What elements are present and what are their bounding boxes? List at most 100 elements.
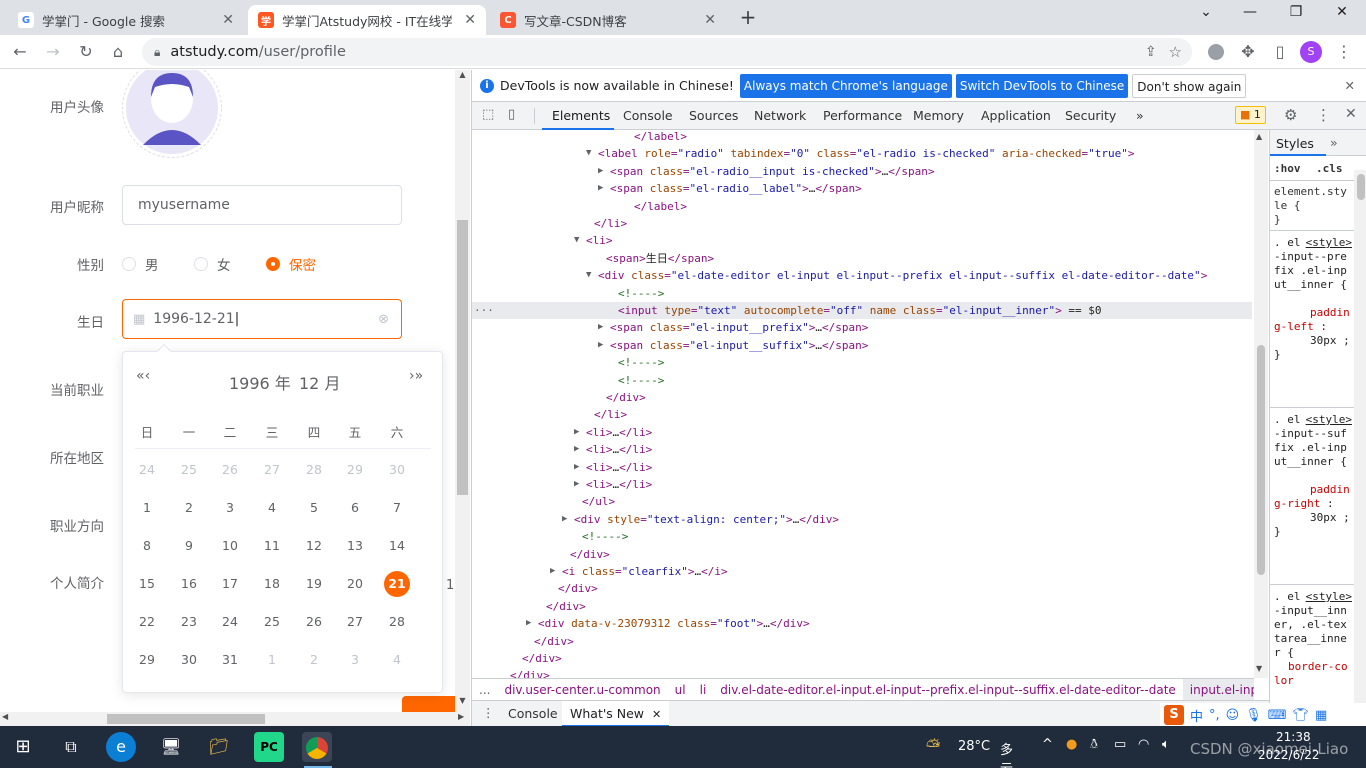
rule-source-link[interactable]: <style> — [1306, 413, 1352, 427]
windows-start-icon[interactable]: ⊞ — [8, 732, 38, 762]
bookmark-star-icon[interactable]: ☆ — [1169, 43, 1182, 61]
scroll-thumb[interactable] — [1257, 345, 1265, 575]
tab-network[interactable]: Network — [754, 108, 806, 123]
edge-icon[interactable]: e — [106, 732, 136, 762]
tab-search-icon[interactable]: ⌄ — [1184, 4, 1228, 28]
day-cell[interactable]: 1 — [134, 495, 160, 521]
day-cell[interactable]: 4 — [259, 495, 285, 521]
day-cell[interactable]: 3 — [217, 495, 243, 521]
weather-icon[interactable]: ⛅︎ — [926, 736, 940, 757]
elements-dom-tree[interactable]: </label> ▼ <label role="radio" tabindex="0… — [472, 130, 1254, 678]
close-devtools-icon[interactable]: ✕ — [1345, 106, 1357, 122]
back-icon[interactable]: ← — [10, 42, 30, 62]
dom-line-selected[interactable]: ··· <input type="text" autocomplete="off"… — [472, 302, 1252, 319]
save-button[interactable] — [402, 696, 455, 712]
day-cell[interactable]: 27 — [342, 609, 368, 635]
extensions-puzzle-icon[interactable]: ✥ — [1238, 42, 1258, 62]
day-cell[interactable]: 6 — [342, 495, 368, 521]
cls-toggle[interactable]: .cls — [1316, 162, 1343, 175]
close-infobar-icon[interactable]: ✕ — [1345, 78, 1355, 93]
new-tab-button[interactable]: + — [738, 7, 758, 27]
tab-elements[interactable]: Elements — [552, 108, 610, 123]
rule-source-link[interactable]: <style> — [1306, 590, 1352, 604]
page-vertical-scrollbar[interactable]: ▲ ▼ — [455, 70, 470, 712]
day-cell[interactable]: 15 — [134, 571, 160, 597]
chrome-icon[interactable] — [302, 732, 332, 762]
switch-to-chinese-button[interactable]: Switch DevTools to Chinese — [955, 73, 1129, 98]
dont-show-again-button[interactable]: Don't show again — [1132, 73, 1247, 98]
show-hidden-icons[interactable]: ^ — [1042, 737, 1053, 752]
day-cell[interactable]: 27 — [259, 457, 285, 483]
day-cell[interactable]: 12 — [301, 533, 327, 559]
maximize-button[interactable]: ❐ — [1274, 4, 1318, 28]
task-view-icon[interactable]: ⧉ — [56, 732, 86, 762]
close-icon[interactable]: ✕ — [652, 708, 661, 721]
day-cell[interactable]: 4 — [384, 647, 410, 673]
year-label[interactable]: 1996 年 — [229, 370, 291, 394]
issues-badge[interactable]: ■ 1 — [1235, 106, 1266, 124]
hov-toggle[interactable]: :hov — [1274, 162, 1301, 175]
close-tab-icon[interactable]: ✕ — [222, 12, 234, 28]
breadcrumb-item[interactable]: ul — [668, 679, 693, 700]
emoji-icon[interactable]: ☺ — [1226, 708, 1240, 723]
share-icon[interactable]: ⇪ — [1145, 44, 1157, 60]
wifi-icon[interactable]: ◠ — [1138, 737, 1149, 752]
side-panel-icon[interactable]: ▯ — [1270, 42, 1290, 62]
day-cell[interactable]: 31 — [217, 647, 243, 673]
day-cell[interactable]: 2 — [176, 495, 202, 521]
breadcrumb-overflow-left[interactable]: ... — [472, 679, 497, 700]
tray-app-icon[interactable]: ● — [1066, 737, 1077, 752]
day-cell[interactable]: 28 — [384, 609, 410, 635]
day-cell[interactable]: 19 — [301, 571, 327, 597]
breadcrumb-item[interactable]: input.el-input__inner — [1182, 679, 1254, 700]
more-tabs-icon[interactable]: » — [1136, 108, 1144, 123]
birthday-input[interactable]: ▦ 1996-12-21 | ⊗ — [122, 299, 402, 339]
remote-desktop-icon[interactable]: 🖥︎ — [156, 732, 186, 762]
tab-security[interactable]: Security — [1065, 108, 1116, 123]
day-cell[interactable]: 29 — [134, 647, 160, 673]
forward-icon[interactable]: → — [43, 42, 63, 62]
day-cell[interactable]: 29 — [342, 457, 368, 483]
breadcrumb-item[interactable]: li — [693, 679, 714, 700]
clear-icon[interactable]: ⊗ — [378, 312, 389, 327]
close-tab-icon[interactable]: ✕ — [704, 12, 716, 28]
close-window-button[interactable]: ✕ — [1320, 4, 1364, 28]
avatar[interactable] — [122, 70, 222, 158]
home-icon[interactable]: ⌂ — [108, 42, 128, 62]
day-cell[interactable]: 20 — [342, 571, 368, 597]
battery-icon[interactable]: ▭ — [1114, 737, 1126, 752]
keyboard-icon[interactable]: ⌨ — [1268, 708, 1287, 723]
day-cell[interactable]: 30 — [384, 457, 410, 483]
tab-application[interactable]: Application — [981, 108, 1051, 123]
pycharm-icon[interactable]: PC — [254, 732, 284, 762]
breadcrumb-item[interactable]: div.user-center.u-common — [497, 679, 667, 700]
day-cell[interactable]: 17 — [217, 571, 243, 597]
day-cell[interactable]: 9 — [176, 533, 202, 559]
extension-icon[interactable] — [1208, 44, 1224, 60]
elements-scrollbar[interactable]: ▲ ▼ — [1254, 130, 1268, 678]
inspect-element-icon[interactable]: ⬚ — [482, 107, 494, 122]
day-cell[interactable]: 18 — [259, 571, 285, 597]
address-bar[interactable]: 🔒︎ atstudy.com/user/profile ⇪ ☆ — [142, 38, 1192, 66]
settings-gear-icon[interactable]: ⚙ — [1284, 106, 1297, 124]
drawer-tab-console[interactable]: Console — [508, 706, 558, 721]
tab-memory[interactable]: Memory — [913, 108, 964, 123]
tab-performance[interactable]: Performance — [823, 108, 902, 123]
rule-source-link[interactable]: <style> — [1306, 236, 1352, 250]
sogou-icon[interactable]: S — [1164, 705, 1184, 725]
day-cell[interactable]: 24 — [217, 609, 243, 635]
toolbox-icon[interactable]: ▦ — [1315, 708, 1327, 723]
day-cell-selected[interactable]: 21 — [384, 571, 410, 597]
day-cell[interactable]: 8 — [134, 533, 160, 559]
voice-icon[interactable]: 🎙︎ — [1245, 708, 1262, 723]
scroll-thumb[interactable] — [457, 220, 468, 495]
prev-year-month-buttons[interactable]: «‹ — [136, 368, 150, 384]
day-cell[interactable]: 11 — [259, 533, 285, 559]
styles-more-icon[interactable]: » — [1330, 135, 1338, 150]
minimize-button[interactable]: — — [1228, 4, 1272, 28]
day-cell[interactable]: 7 — [384, 495, 410, 521]
breadcrumb-item[interactable]: div.el-date-editor.el-input.el-input--pr… — [713, 679, 1183, 700]
day-cell[interactable]: 26 — [301, 609, 327, 635]
styles-scrollbar[interactable] — [1354, 170, 1366, 726]
tab-atstudy[interactable]: 学 学掌门Atstudy网校 - IT在线学习 ✕ — [248, 5, 486, 35]
